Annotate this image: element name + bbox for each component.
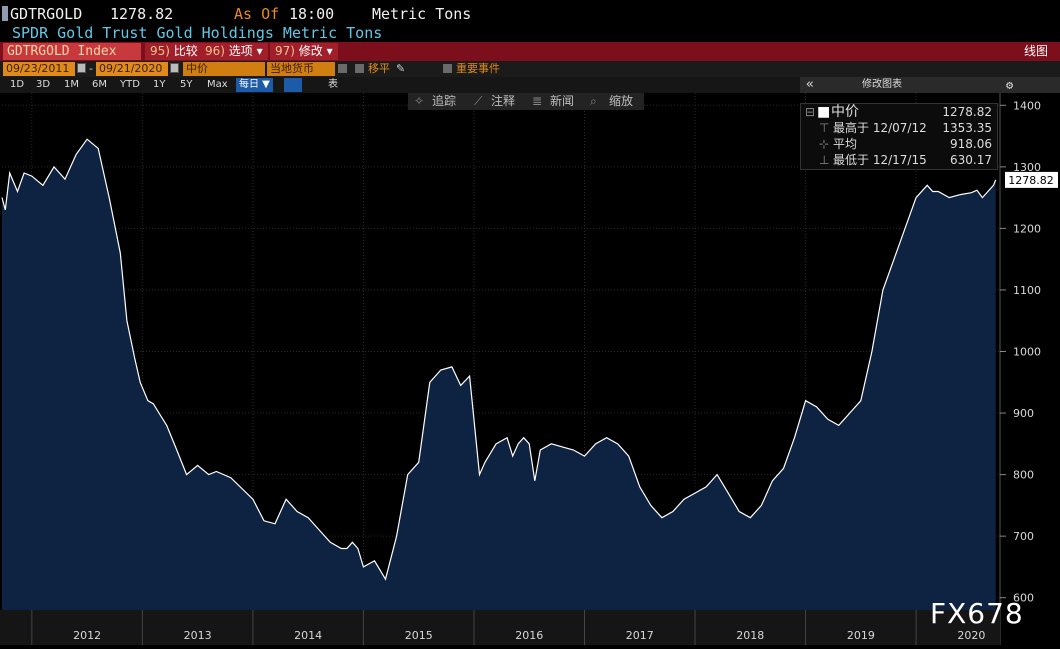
legend-low-value: 630.17 <box>950 153 992 167</box>
legend-avg-value: 918.06 <box>950 137 992 151</box>
legend-row-low: ⊥ 最低于 12/17/15 630.17 <box>801 152 997 168</box>
x-tick-label: 2013 <box>184 629 212 642</box>
annotate-icon[interactable]: ⟋ <box>474 94 482 109</box>
annotate-button[interactable]: 注释 <box>491 94 515 109</box>
legend-row-mid: ⊟ ■ 中价 1278.82 <box>801 104 997 120</box>
white-square-icon: ■ <box>817 104 831 120</box>
x-tick-label: 2017 <box>626 629 654 642</box>
legend-low-label: 最低于 12/17/15 <box>833 153 927 167</box>
low-marker-icon: ⊥ <box>819 153 830 167</box>
watermark: FX678 <box>930 597 1024 630</box>
x-tick-label: 2020 <box>957 629 985 642</box>
legend-high-value: 1353.35 <box>942 121 992 135</box>
last-value-tag: 1278.82 <box>1005 171 1058 188</box>
high-marker-icon: ⊤ <box>819 121 830 135</box>
last-value-text: 1278.82 <box>1008 174 1054 187</box>
x-tick-label: 2015 <box>405 629 433 642</box>
legend-high-label: 最高于 12/07/12 <box>833 121 927 135</box>
y-tick-label: 1100 <box>1013 284 1041 297</box>
news-icon[interactable]: ≣ <box>532 94 542 109</box>
x-tick-label: 2018 <box>736 629 764 642</box>
legend-avg-label: 平均 <box>833 137 858 151</box>
news-button[interactable]: 新闻 <box>550 94 574 109</box>
y-tick-label: 800 <box>1013 469 1034 482</box>
holdings-area <box>2 139 996 610</box>
track-icon[interactable]: ✧ <box>414 94 424 109</box>
x-tick-label: 2016 <box>515 629 543 642</box>
y-tick-label: 1400 <box>1013 99 1041 112</box>
x-tick-label: 2014 <box>294 629 322 642</box>
average-marker-icon: ⊹ <box>819 137 830 151</box>
track-button[interactable]: 追踪 <box>432 94 456 109</box>
legend-row-avg: ⊹ 平均 918.06 <box>801 136 997 152</box>
x-axis: 2012 2013 2014 2015 2016 2017 2018 2019 2020 <box>0 610 1000 645</box>
x-tick-label: 2019 <box>847 629 875 642</box>
collapse-square-icon[interactable]: ⊟ <box>805 104 815 120</box>
y-tick-label: 1200 <box>1013 222 1041 235</box>
zoom-button[interactable]: 缩放 <box>609 94 633 109</box>
y-tick-label: 900 <box>1013 407 1034 420</box>
legend-mid-value: 1278.82 <box>942 105 992 119</box>
y-tick-label: 1000 <box>1013 346 1041 359</box>
x-tick-label: 2012 <box>73 629 101 642</box>
legend-panel: ⊟ ■ 中价 1278.82 ⊤ 最高于 12/07/12 1353.35 ⊹ … <box>800 103 998 170</box>
zoom-icon[interactable]: ⌕ <box>590 94 597 109</box>
chart-toolbar: ✧ 追踪 ⟋ 注释 ≣ 新闻 ⌕ 缩放 <box>408 93 644 110</box>
legend-row-high: ⊤ 最高于 12/07/12 1353.35 <box>801 120 997 136</box>
legend-mid-label: 中价 <box>831 104 859 120</box>
y-tick-label: 700 <box>1013 530 1034 543</box>
